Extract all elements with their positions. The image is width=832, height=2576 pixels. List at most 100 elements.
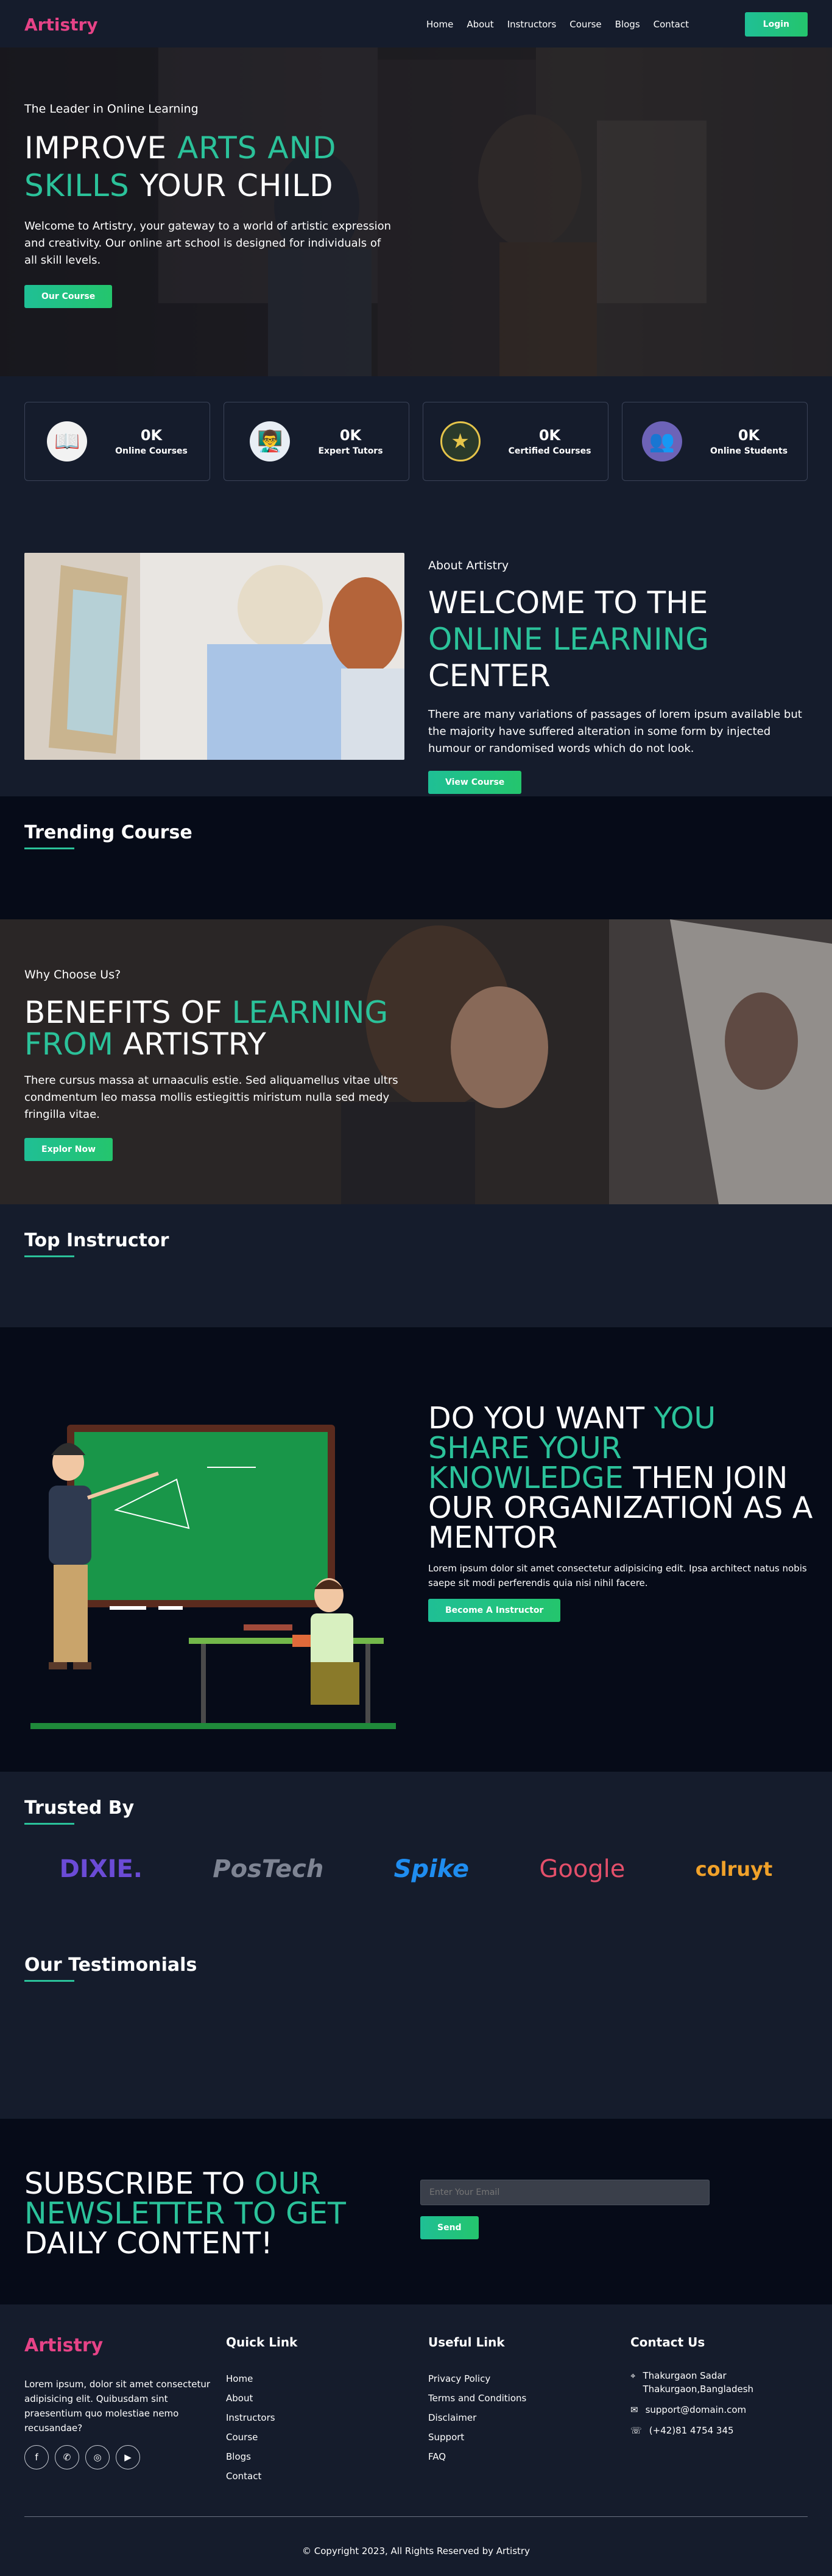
hero-content: The Leader in Online Learning IMPROVE AR… xyxy=(24,102,420,308)
about-kicker: About Artistry xyxy=(428,559,509,572)
nav-link-contact[interactable]: Contact xyxy=(654,19,689,30)
trending-course-title: Trending Course xyxy=(24,822,192,849)
footer-quick-links: Quick Link Home About Instructors Course… xyxy=(226,2335,297,2486)
partner-logo-dixie: DIXIE. xyxy=(59,1855,143,1883)
students-icon: 👥 xyxy=(641,421,682,462)
partner-logo-postech: PosTech xyxy=(213,1855,324,1883)
hero-title-accent: ARTS AND xyxy=(177,130,337,166)
benefits-section: Why Choose Us? BENEFITS OF LEARNING FROM … xyxy=(0,919,832,1204)
nav-link-blogs[interactable]: Blogs xyxy=(615,19,640,30)
site-footer: Artistry Lorem ipsum, dolor sit amet con… xyxy=(0,2304,832,2576)
footer-link-blogs[interactable]: Blogs xyxy=(226,2447,297,2466)
benefits-title-part-2: ARTISTRY xyxy=(113,1027,266,1062)
footer-link-course[interactable]: Course xyxy=(226,2427,297,2447)
about-image xyxy=(24,553,404,760)
subscribe-title-part-2: DAILY CONTENT! xyxy=(24,2226,273,2261)
footer-address: ⌖ Thakurgaon Sadar Thakurgaon,Bangladesh xyxy=(630,2369,813,2396)
subscribe-title: SUBSCRIBE TO OUR NEWSLETTER TO GET DAILY… xyxy=(24,2169,426,2258)
site-logo[interactable]: Artistry xyxy=(24,15,98,35)
about-section: About Artistry WELCOME TO THE ONLINE LEA… xyxy=(0,492,832,796)
testimonials-section: Our Testimonials xyxy=(0,1936,832,2119)
nav-link-course[interactable]: Course xyxy=(569,19,601,30)
benefits-description: There cursus massa at urnaaculis estie. … xyxy=(24,1074,398,1121)
book-icon: 📖 xyxy=(47,421,88,462)
stat-card-expert-tutors: 👨‍🏫 0K Expert Tutors xyxy=(224,402,409,481)
hero-description: Welcome to Artistry, your gateway to a w… xyxy=(24,220,391,267)
mentor-description: Lorem ipsum dolor sit amet consectetur a… xyxy=(428,1563,807,1588)
certificate-icon: ★ xyxy=(440,421,481,462)
facebook-icon[interactable]: f xyxy=(24,2445,49,2469)
hero-title-accent-2: SKILLS xyxy=(24,168,130,203)
footer-phone[interactable]: ☏ (+42)81 4754 345 xyxy=(630,2424,813,2437)
stats-section: 📖 0K Online Courses 👨‍🏫 0K Expert Tutors ★… xyxy=(0,376,832,492)
stat-card-online-courses: 📖 0K Online Courses xyxy=(24,402,210,481)
phone-icon: ☏ xyxy=(630,2425,642,2436)
useful-link-title: Useful Link xyxy=(428,2335,505,2350)
footer-contact: Contact Us ⌖ Thakurgaon Sadar Thakurgaon,… xyxy=(630,2335,813,2437)
quick-link-title: Quick Link xyxy=(226,2335,298,2350)
nav-link-home[interactable]: Home xyxy=(426,19,453,30)
newsletter-email-input[interactable] xyxy=(420,2180,710,2205)
testimonials-title: Our Testimonials xyxy=(24,1954,197,1982)
stat-card-certified-courses: ★ 0K Certified Courses xyxy=(423,402,608,481)
footer-link-privacy-policy[interactable]: Privacy Policy xyxy=(428,2369,526,2388)
stat-value: 0K xyxy=(738,427,760,444)
hero-title-part: IMPROVE xyxy=(24,130,177,166)
site-header: Artistry Home About Instructors Course B… xyxy=(0,0,832,47)
about-title: WELCOME TO THE ONLINE LEARNING CENTER xyxy=(428,584,809,694)
stat-label: Expert Tutors xyxy=(318,446,383,456)
footer-about-text: Lorem ipsum, dolor sit amet consectetur … xyxy=(24,2379,211,2434)
footer-brand-column: Artistry Lorem ipsum, dolor sit amet con… xyxy=(24,2335,219,2469)
social-links: f ✆ ◎ ▶ xyxy=(24,2445,219,2469)
send-button[interactable]: Send xyxy=(420,2216,479,2239)
stat-value: 0K xyxy=(538,427,561,444)
benefits-title: BENEFITS OF LEARNING FROM ARTISTRY xyxy=(24,997,420,1060)
benefits-content: Why Choose Us? BENEFITS OF LEARNING FROM … xyxy=(24,968,420,1161)
top-instructor-section: Top Instructor xyxy=(0,1204,832,1327)
trending-course-section: Trending Course xyxy=(0,796,832,919)
youtube-icon[interactable]: ▶ xyxy=(116,2445,140,2469)
footer-link-instructors[interactable]: Instructors xyxy=(226,2408,297,2427)
contact-us-title: Contact Us xyxy=(630,2335,705,2350)
footer-link-about[interactable]: About xyxy=(226,2388,297,2408)
explor-now-button[interactable]: Explor Now xyxy=(24,1138,113,1161)
stat-label: Online Students xyxy=(710,446,788,456)
tutor-icon: 👨‍🏫 xyxy=(250,421,291,462)
footer-logo[interactable]: Artistry xyxy=(24,2335,219,2356)
hero-title: IMPROVE ARTS AND SKILLS YOUR CHILD xyxy=(24,129,420,205)
mentor-text: DO YOU WANT YOU SHARE YOUR KNOWLEDGE THE… xyxy=(428,1403,818,1622)
footer-link-support[interactable]: Support xyxy=(428,2427,526,2447)
footer-link-terms[interactable]: Terms and Conditions xyxy=(428,2388,526,2408)
nav-link-about[interactable]: About xyxy=(467,19,493,30)
footer-link-contact[interactable]: Contact xyxy=(226,2466,297,2486)
footer-link-disclaimer[interactable]: Disclaimer xyxy=(428,2408,526,2427)
partner-logo-spike: Spike xyxy=(393,1855,470,1883)
login-button[interactable]: Login xyxy=(744,12,808,37)
footer-divider xyxy=(24,2516,808,2517)
view-course-button[interactable]: View Course xyxy=(428,771,522,794)
stat-label: Certified Courses xyxy=(508,446,591,456)
top-instructor-title: Top Instructor xyxy=(24,1230,169,1257)
instagram-icon[interactable]: ◎ xyxy=(85,2445,110,2469)
become-instructor-button[interactable]: Become A Instructor xyxy=(428,1599,561,1622)
phone-text: (+42)81 4754 345 xyxy=(649,2425,734,2436)
about-text: About Artistry WELCOME TO THE ONLINE LEA… xyxy=(428,559,809,794)
about-title-part-2: CENTER xyxy=(428,658,551,693)
hero-section: The Leader in Online Learning IMPROVE AR… xyxy=(0,47,832,376)
trusted-by-section: Trusted By DIXIE. PosTech Spike Google c… xyxy=(0,1772,832,1936)
partner-logo-google: Google xyxy=(539,1855,626,1883)
email-text: support@domain.com xyxy=(645,2404,747,2415)
nav-link-instructors[interactable]: Instructors xyxy=(507,19,557,30)
stat-label: Online Courses xyxy=(115,446,188,456)
main-nav: Home About Instructors Course Blogs Cont… xyxy=(426,19,689,30)
benefits-title-accent: LEARNING xyxy=(231,995,389,1030)
location-pin-icon: ⌖ xyxy=(630,2370,636,2381)
footer-link-faq[interactable]: FAQ xyxy=(428,2447,526,2466)
footer-useful-links: Useful Link Privacy Policy Terms and Con… xyxy=(428,2335,526,2466)
mail-icon: ✉ xyxy=(630,2404,638,2415)
whatsapp-icon[interactable]: ✆ xyxy=(55,2445,79,2469)
footer-email[interactable]: ✉ support@domain.com xyxy=(630,2403,813,2416)
footer-link-home[interactable]: Home xyxy=(226,2369,297,2388)
benefits-title-accent-2: FROM xyxy=(24,1027,113,1062)
our-course-button[interactable]: Our Course xyxy=(24,285,113,308)
